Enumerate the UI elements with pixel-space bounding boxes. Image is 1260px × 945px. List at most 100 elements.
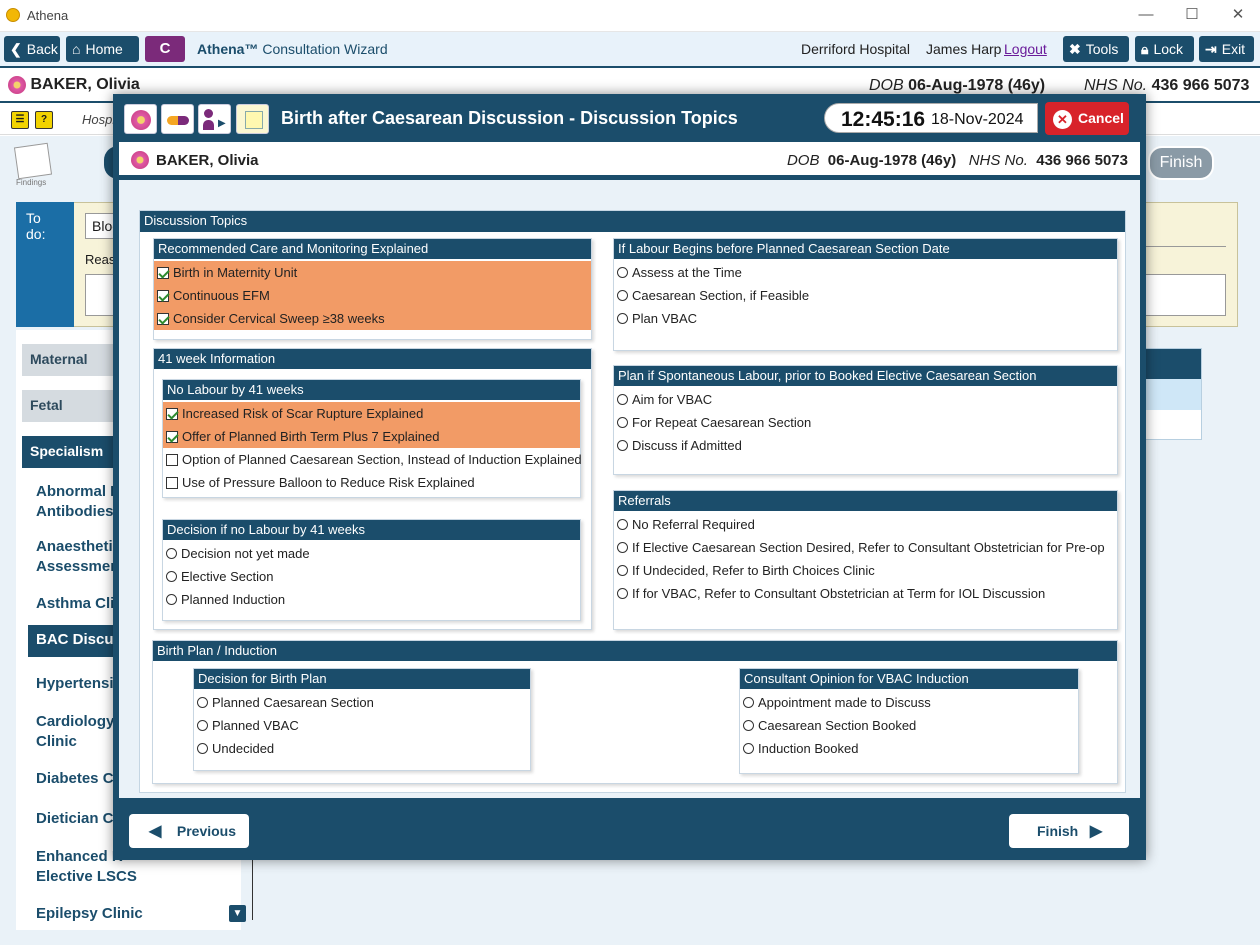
- radio-planned-caesarean[interactable]: Planned Caesarean Section: [194, 691, 530, 714]
- patient-name: BAKER, Olivia: [8, 76, 140, 94]
- person-arrow-icon[interactable]: ▶: [198, 104, 231, 134]
- c-button[interactable]: C: [145, 36, 185, 62]
- minimize-button[interactable]: —: [1124, 4, 1168, 26]
- dialog-patient-name: BAKER, Olivia: [156, 152, 259, 169]
- reason-field-right[interactable]: [1140, 274, 1226, 316]
- checkbox-icon[interactable]: [157, 313, 169, 325]
- radio-planned-vbac[interactable]: Planned VBAC: [194, 714, 530, 737]
- patient-nhs: NHS No. 436 966 5073: [1084, 77, 1250, 94]
- radio-icon[interactable]: [197, 720, 208, 731]
- decision-41-box: Decision if no Labour by 41 weeks Decisi…: [162, 519, 581, 621]
- back-button[interactable]: ❮ Back: [4, 36, 60, 62]
- radio-induction-booked[interactable]: Induction Booked: [740, 737, 1078, 760]
- radio-appointment[interactable]: Appointment made to Discuss: [740, 691, 1078, 714]
- checkbox-icon[interactable]: [166, 408, 178, 420]
- radio-repeat-caesarean[interactable]: For Repeat Caesarean Section: [614, 411, 1117, 434]
- consultant-opinion-header: Consultant Opinion for VBAC Induction: [740, 669, 1078, 689]
- radio-icon[interactable]: [617, 290, 628, 301]
- radio-caesarean-booked[interactable]: Caesarean Section Booked: [740, 714, 1078, 737]
- radio-icon[interactable]: [617, 542, 628, 553]
- hospital-name: Derriford Hospital: [801, 41, 910, 57]
- radio-icon[interactable]: [617, 588, 628, 599]
- checkbox-continuous-efm[interactable]: Continuous EFM: [154, 284, 591, 307]
- close-window-button[interactable]: ✕: [1216, 4, 1260, 26]
- radio-icon[interactable]: [617, 267, 628, 278]
- referrals-box: Referrals No Referral Required If Electi…: [613, 490, 1118, 630]
- radio-icon[interactable]: [617, 440, 628, 451]
- radio-icon[interactable]: [197, 697, 208, 708]
- background-finish-button[interactable]: Finish: [1148, 146, 1214, 180]
- previous-button[interactable]: ◀ Previous: [129, 814, 249, 848]
- finish-button[interactable]: Finish ▶: [1009, 814, 1129, 848]
- radio-assess-time[interactable]: Assess at the Time: [614, 261, 1117, 284]
- radio-elective-section[interactable]: Elective Section: [163, 565, 580, 588]
- tools-button[interactable]: ✖ Tools: [1063, 36, 1129, 62]
- table-row[interactable]: [1141, 379, 1201, 410]
- home-button[interactable]: ⌂ Home: [66, 36, 139, 62]
- radio-planned-induction[interactable]: Planned Induction: [163, 588, 580, 611]
- notes-icon[interactable]: [236, 104, 269, 134]
- radio-undecided[interactable]: Undecided: [194, 737, 530, 760]
- radio-refer-birth-choices[interactable]: If Undecided, Refer to Birth Choices Cli…: [614, 559, 1117, 582]
- checkbox-icon[interactable]: [166, 454, 178, 466]
- decision-birth-plan-box: Decision for Birth Plan Planned Caesarea…: [193, 668, 531, 771]
- radio-icon[interactable]: [617, 394, 628, 405]
- checkbox-planned-caesarean[interactable]: Option of Planned Caesarean Section, Ins…: [163, 448, 582, 471]
- radio-icon[interactable]: [617, 417, 628, 428]
- hospital-stub: Hospi: [82, 112, 116, 127]
- radio-icon[interactable]: [617, 519, 628, 530]
- radio-icon[interactable]: [197, 743, 208, 754]
- radio-decision-not-made[interactable]: Decision not yet made: [163, 542, 580, 565]
- radio-icon[interactable]: [743, 720, 754, 731]
- arrow-left-icon: ◀: [149, 823, 162, 840]
- radio-caesarean-feasible[interactable]: Caesarean Section, if Feasible: [614, 284, 1117, 307]
- exit-button[interactable]: ⇥ Exit: [1199, 36, 1254, 62]
- medication-icon[interactable]: [161, 104, 194, 134]
- radio-icon[interactable]: [166, 594, 177, 605]
- radio-discuss-admitted[interactable]: Discuss if Admitted: [614, 434, 1117, 457]
- flower-module-icon[interactable]: [124, 104, 157, 134]
- logout-link[interactable]: Logout: [1004, 41, 1047, 57]
- window-title: Athena: [27, 8, 69, 23]
- app-icon: [6, 8, 20, 22]
- checkbox-icon[interactable]: [157, 267, 169, 279]
- radio-plan-vbac[interactable]: Plan VBAC: [614, 307, 1117, 330]
- maximize-button[interactable]: ☐: [1170, 4, 1214, 26]
- dialog-patient-demographics: DOB 06-Aug-1978 (46y) NHS No. 436 966 50…: [786, 152, 1128, 169]
- discussion-topics-header: Discussion Topics: [140, 211, 1125, 232]
- lock-icon: 🔒︎: [1141, 41, 1149, 57]
- radio-icon[interactable]: [617, 313, 628, 324]
- checkbox-pressure-balloon[interactable]: Use of Pressure Balloon to Reduce Risk E…: [163, 471, 580, 494]
- sidebar-item-epilepsy[interactable]: Epilepsy Clinic: [22, 900, 222, 928]
- checkbox-planned-birth-t7[interactable]: Offer of Planned Birth Term Plus 7 Expla…: [163, 425, 580, 448]
- list-help-icon[interactable]: ☰: [11, 111, 29, 129]
- checkbox-birth-maternity-unit[interactable]: Birth in Maternity Unit: [154, 261, 591, 284]
- radio-icon[interactable]: [166, 571, 177, 582]
- birth-plan-header: Birth Plan / Induction: [153, 641, 1117, 661]
- checkbox-icon[interactable]: [166, 477, 178, 489]
- radio-icon[interactable]: [743, 743, 754, 754]
- radio-no-referral[interactable]: No Referral Required: [614, 513, 1117, 536]
- radio-refer-iol[interactable]: If for VBAC, Refer to Consultant Obstetr…: [614, 582, 1117, 605]
- radio-icon[interactable]: [743, 697, 754, 708]
- checkbox-icon[interactable]: [157, 290, 169, 302]
- dialog-footer: [119, 806, 1140, 856]
- checkbox-scar-rupture[interactable]: Increased Risk of Scar Rupture Explained: [163, 402, 580, 425]
- findings-icon[interactable]: [13, 142, 53, 180]
- no-labour-box: No Labour by 41 weeks Increased Risk of …: [162, 379, 582, 498]
- checkbox-cervical-sweep[interactable]: Consider Cervical Sweep ≥38 weeks: [154, 307, 591, 330]
- radio-icon[interactable]: [617, 565, 628, 576]
- cancel-button[interactable]: ✕ Cancel: [1045, 102, 1129, 135]
- recommended-care-box: Recommended Care and Monitoring Explaine…: [153, 238, 592, 340]
- tools-icon: ✖: [1069, 41, 1081, 57]
- clock: 12:45:16 18-Nov-2024: [824, 103, 1038, 133]
- radio-refer-preop[interactable]: If Elective Caesarean Section Desired, R…: [614, 536, 1117, 559]
- checkbox-icon[interactable]: [166, 431, 178, 443]
- radio-aim-vbac[interactable]: Aim for VBAC: [614, 388, 1117, 411]
- flower-icon: [131, 151, 149, 169]
- radio-icon[interactable]: [166, 548, 177, 559]
- scroll-down-button[interactable]: ▼: [229, 905, 246, 922]
- lock-button[interactable]: 🔒︎ Lock: [1135, 36, 1194, 62]
- spontaneous-box: Plan if Spontaneous Labour, prior to Boo…: [613, 365, 1118, 475]
- help-icon[interactable]: ?: [35, 111, 53, 129]
